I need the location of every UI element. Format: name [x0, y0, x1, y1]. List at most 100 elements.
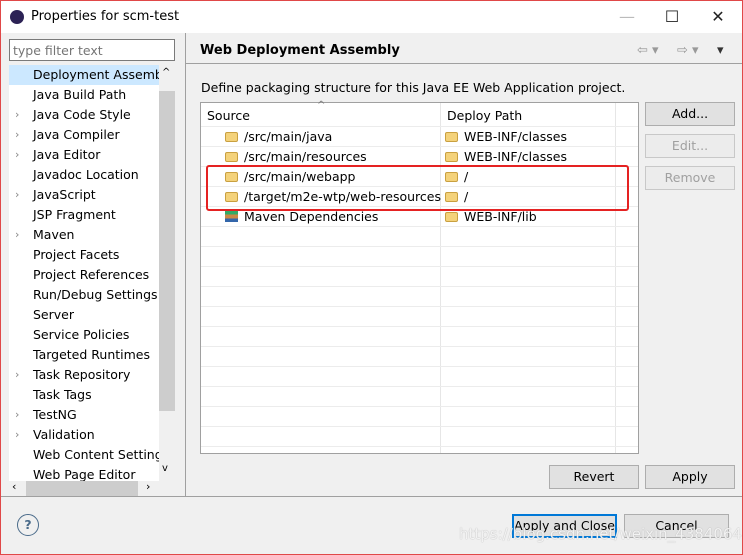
tree-item-label: Deployment Assembly	[33, 67, 159, 82]
pane-divider[interactable]	[185, 33, 186, 496]
source-cell: /src/main/resources	[244, 149, 367, 164]
library-icon	[225, 211, 238, 222]
tree-item-label: Java Code Style	[33, 107, 131, 122]
forward-icon[interactable]: ⇨ ▾	[677, 43, 699, 58]
tree-item-label: Project Facets	[33, 247, 120, 262]
tree-item[interactable]: › Maven	[9, 225, 159, 245]
tree-item-label: Web Page Editor	[33, 467, 136, 481]
tree-item[interactable]: › Task Repository	[9, 365, 159, 385]
tree-item-label: JavaScript	[33, 187, 96, 202]
tree-item[interactable]: Project Facets	[9, 245, 159, 265]
edit-button[interactable]: Edit...	[645, 134, 735, 158]
folder-icon	[445, 132, 458, 142]
scroll-right-icon[interactable]: ›	[146, 480, 150, 493]
tree-item-label: Validation	[33, 427, 95, 442]
table-header: Source ^ Deploy Path	[201, 100, 638, 129]
empty-row	[201, 267, 638, 287]
scroll-up-icon[interactable]: ^	[162, 67, 170, 78]
deploy-path-cell: WEB-INF/classes	[464, 129, 568, 144]
tree-item-label: Web Content Settings	[33, 447, 159, 462]
minimize-button[interactable]: —	[607, 5, 647, 29]
column-header-source[interactable]: Source	[207, 103, 250, 129]
tree-item[interactable]: JSP Fragment	[9, 205, 159, 225]
tree-item-label: Project References	[33, 267, 150, 282]
folder-icon	[445, 212, 458, 222]
assembly-table: Source ^ Deploy Path /src/main/java WEB-I…	[200, 100, 639, 454]
tree-item-label: Maven	[33, 227, 75, 242]
expand-arrow-icon[interactable]: ›	[15, 425, 19, 445]
help-icon[interactable]: ?	[17, 514, 39, 536]
tree-item-label: Java Build Path	[33, 87, 127, 102]
expand-arrow-icon[interactable]: ›	[15, 145, 19, 165]
tree-scroll-thumb[interactable]	[159, 91, 175, 411]
tree-item-label: Task Tags	[33, 387, 92, 402]
view-menu-icon[interactable]: ▾	[717, 43, 724, 58]
property-tree: Deployment Assembly Java Build Path › Java …	[9, 65, 159, 481]
tree-item-label: Run/Debug Settings	[33, 287, 158, 302]
properties-dialog: Properties for scm-test — ☐ ✕ Deployment…	[0, 0, 743, 555]
tree-item[interactable]: › JavaScript	[9, 185, 159, 205]
tree-item[interactable]: › Validation	[9, 425, 159, 445]
page-title: Web Deployment Assembly	[200, 43, 400, 58]
tree-item[interactable]: Javadoc Location	[9, 165, 159, 185]
tree-item[interactable]: › Java Editor	[9, 145, 159, 165]
tree-item[interactable]: Task Tags	[9, 385, 159, 405]
watermark: https://blog.csdn.net/weixin_43840640	[459, 525, 743, 543]
empty-row	[201, 407, 638, 427]
maximize-button[interactable]: ☐	[652, 5, 692, 29]
tree-item[interactable]: Service Policies	[9, 325, 159, 345]
empty-row	[201, 247, 638, 267]
expand-arrow-icon[interactable]: ›	[15, 225, 19, 245]
tree-item[interactable]: Run/Debug Settings	[9, 285, 159, 305]
revert-button[interactable]: Revert	[549, 465, 639, 489]
tree-item-label: Javadoc Location	[33, 167, 139, 182]
tree-item-label: JSP Fragment	[33, 207, 116, 222]
table-row[interactable]: /src/main/java WEB-INF/classes	[201, 127, 638, 147]
tree-item-label: Java Compiler	[33, 127, 120, 142]
footer-separator	[1, 496, 742, 497]
empty-row	[201, 287, 638, 307]
add-button[interactable]: Add...	[645, 102, 735, 126]
tree-item-label: Targeted Runtimes	[33, 347, 150, 362]
expand-arrow-icon[interactable]: ›	[15, 105, 19, 125]
empty-row	[201, 367, 638, 387]
empty-row	[201, 227, 638, 247]
close-button[interactable]: ✕	[698, 5, 738, 29]
expand-arrow-icon[interactable]: ›	[15, 125, 19, 145]
scroll-down-icon[interactable]: v	[162, 463, 168, 474]
source-cell: /src/main/java	[244, 129, 333, 144]
tree-item[interactable]: Server	[9, 305, 159, 325]
empty-row	[201, 347, 638, 367]
highlight-box	[206, 165, 629, 211]
empty-row	[201, 327, 638, 347]
title-bar: Properties for scm-test — ☐ ✕	[1, 1, 742, 33]
tree-item[interactable]: Project References	[9, 265, 159, 285]
empty-row	[201, 307, 638, 327]
tree-item[interactable]: Deployment Assembly	[9, 65, 159, 85]
column-header-deploy-path[interactable]: Deploy Path	[447, 103, 522, 129]
expand-arrow-icon[interactable]: ›	[15, 185, 19, 205]
tree-item-label: Service Policies	[33, 327, 130, 342]
table-row[interactable]: /src/main/resources WEB-INF/classes	[201, 147, 638, 167]
tree-hscroll-thumb[interactable]	[26, 481, 138, 496]
tree-item[interactable]: › TestNG	[9, 405, 159, 425]
empty-row	[201, 427, 638, 447]
tree-item[interactable]: Web Page Editor	[9, 465, 159, 481]
tree-item[interactable]: › Java Compiler	[9, 125, 159, 145]
scroll-left-icon[interactable]: ‹	[12, 480, 16, 493]
apply-button[interactable]: Apply	[645, 465, 735, 489]
deploy-path-cell: WEB-INF/classes	[464, 149, 568, 164]
expand-arrow-icon[interactable]: ›	[15, 365, 19, 385]
filter-input[interactable]	[9, 39, 175, 61]
tree-item[interactable]: Targeted Runtimes	[9, 345, 159, 365]
back-icon[interactable]: ⇦ ▾	[637, 43, 659, 58]
sort-ascending-icon: ^	[317, 100, 326, 111]
tree-item[interactable]: › Java Code Style	[9, 105, 159, 125]
deploy-path-cell: WEB-INF/lib	[464, 209, 537, 224]
remove-button[interactable]: Remove	[645, 166, 735, 190]
tree-item[interactable]: Java Build Path	[9, 85, 159, 105]
folder-icon	[225, 152, 238, 162]
folder-icon	[445, 152, 458, 162]
expand-arrow-icon[interactable]: ›	[15, 405, 19, 425]
tree-item[interactable]: Web Content Settings	[9, 445, 159, 465]
